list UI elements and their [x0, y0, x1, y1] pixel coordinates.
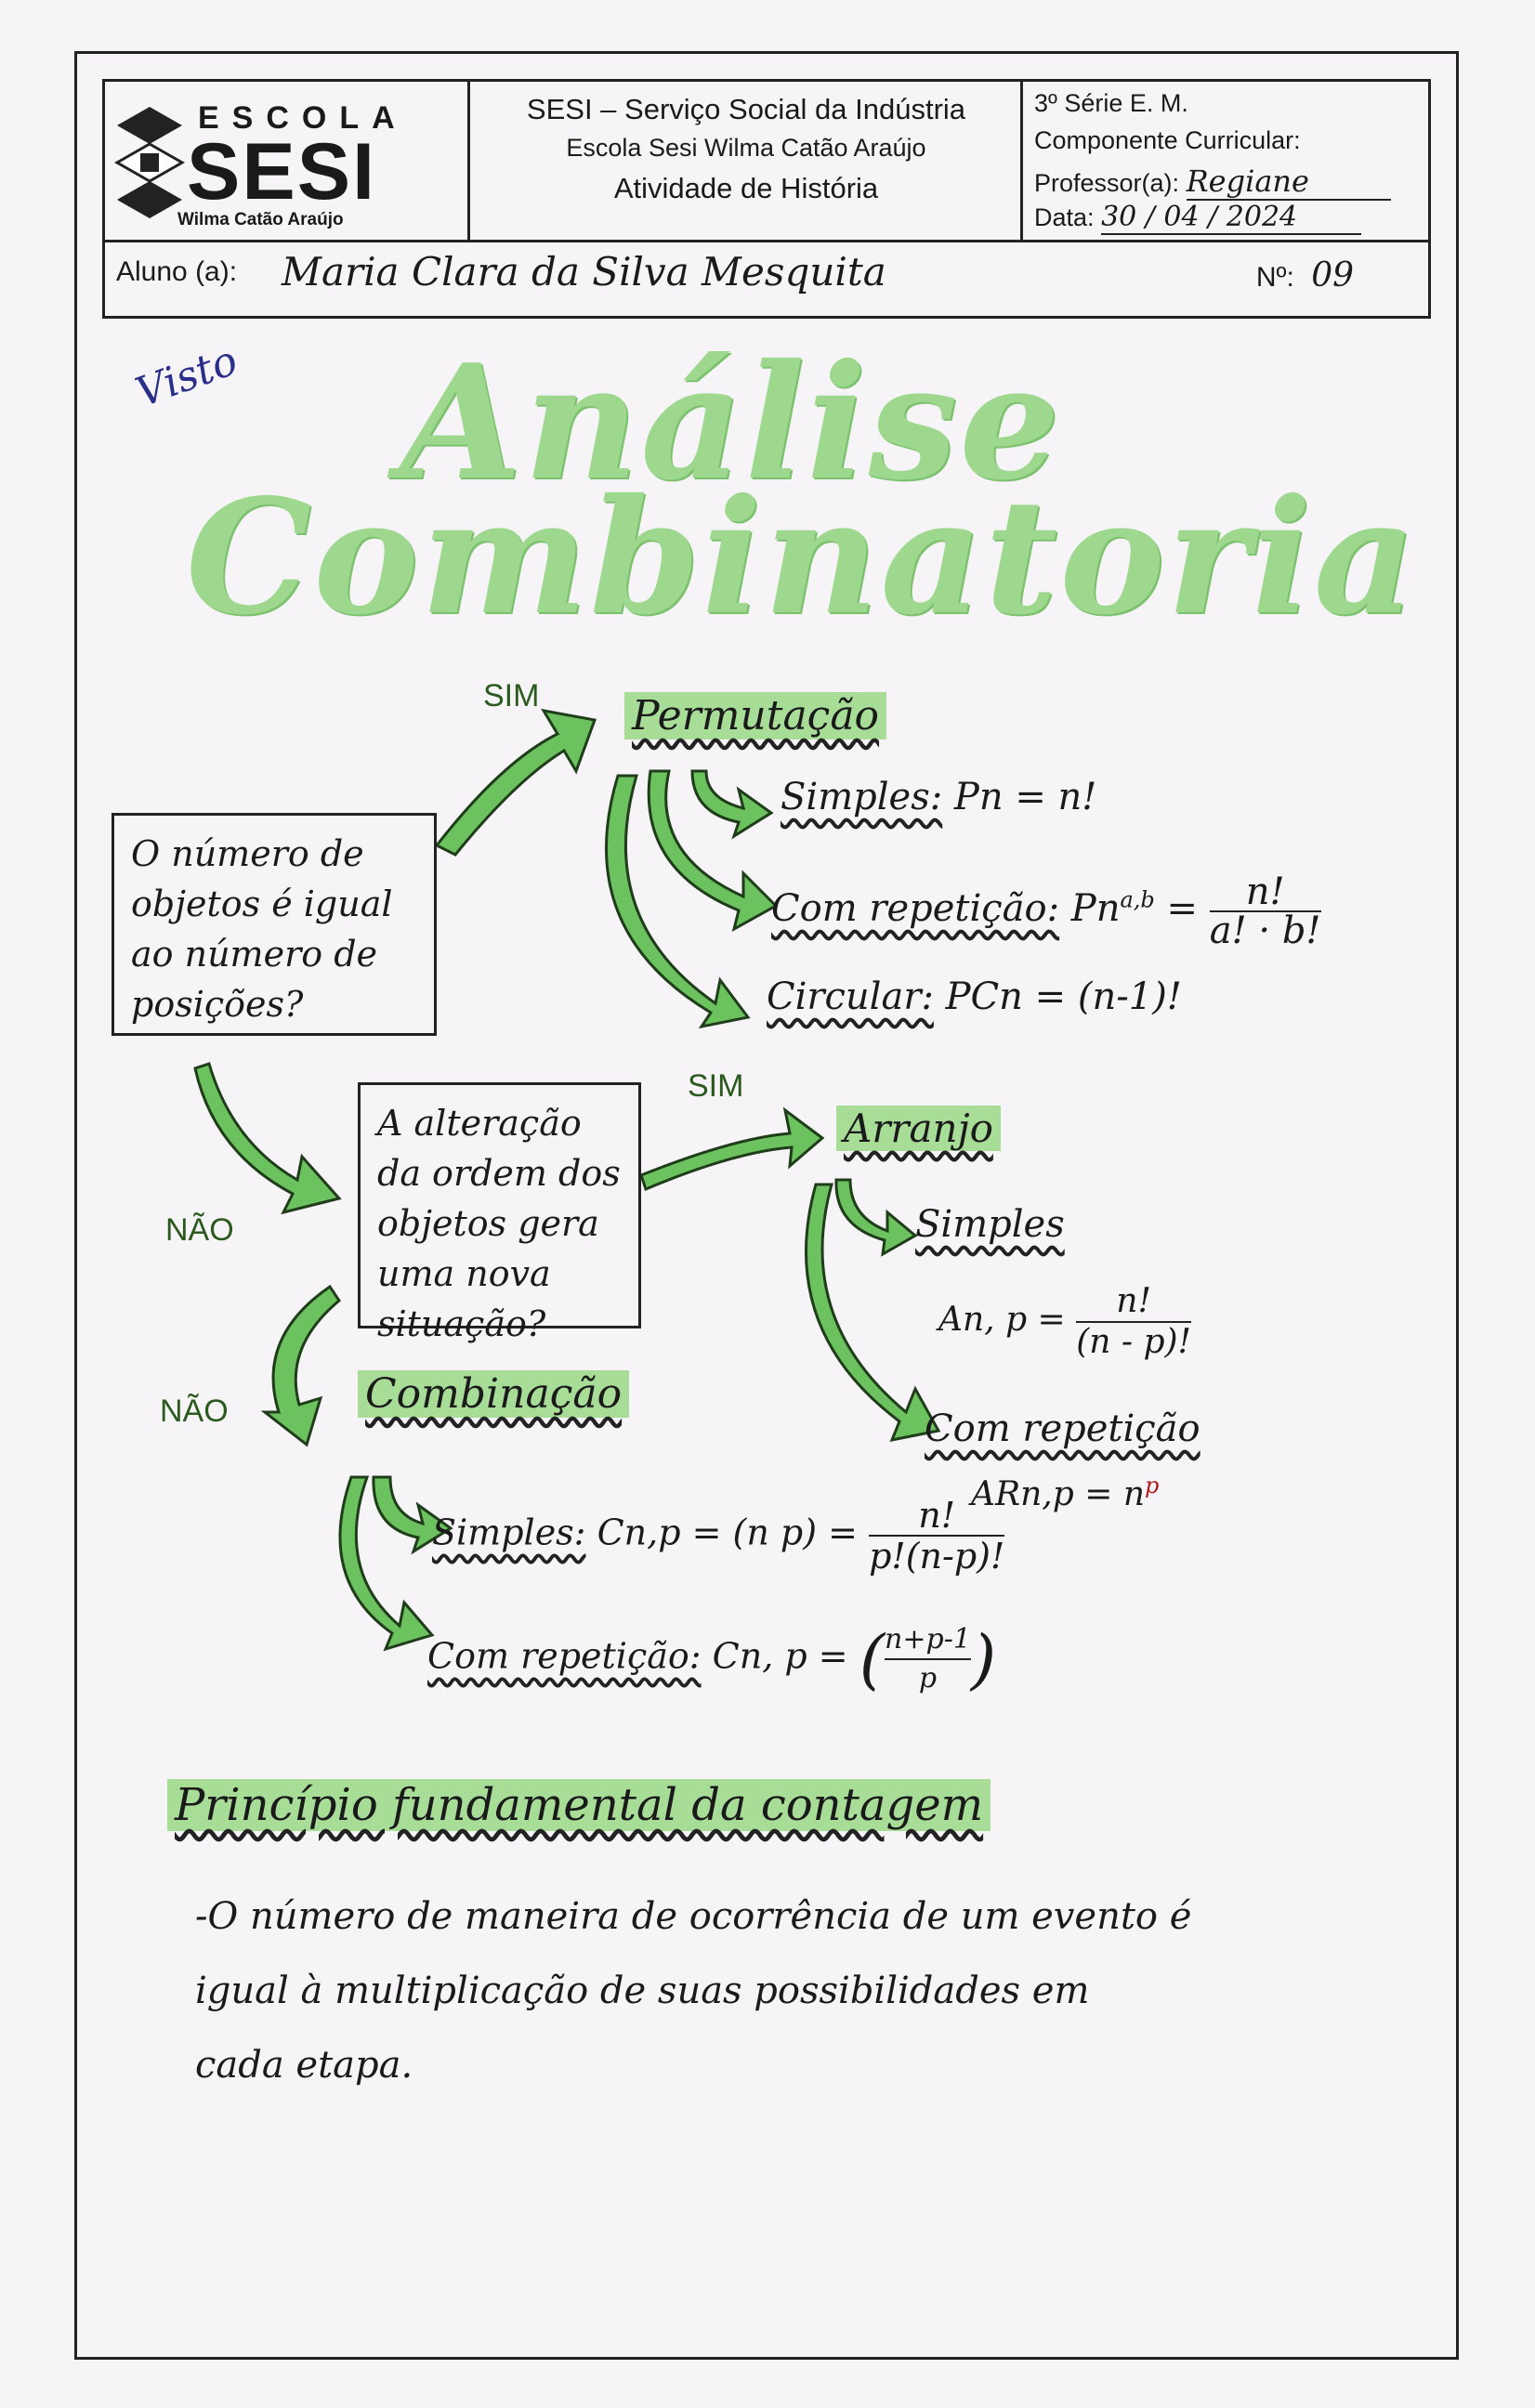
permutation-circular: Circular: PCn = (n-1)! — [767, 975, 1182, 1018]
arrow-permutation-simples — [690, 769, 774, 840]
no-label-2: NÃO — [160, 1394, 229, 1429]
arrangement-simple-formula: An, p = n! (n - p)! — [938, 1282, 1192, 1361]
permutation-repetition: Com repetição: Pna,b = n! a! · b! — [771, 870, 1321, 952]
question-box-2: A alteração da ordem dos objetos gera um… — [358, 1082, 641, 1344]
principle-title: Princípio fundamental da contagem — [167, 1779, 991, 1831]
combination-simple: Simples: Cn,p = (n p) = n! p!(n-p)! — [432, 1495, 1005, 1577]
question-box-1: O número de objetos é igual ao número de… — [112, 813, 437, 1036]
arrangement-simple-label: Simples — [915, 1203, 1065, 1246]
arrangement-title: Arranjo — [836, 1106, 1001, 1151]
principle-line-1: -O número de maneira de ocorrência de um… — [195, 1895, 1192, 1938]
permutation-simple: Simples: Pn = n! — [781, 776, 1097, 818]
principle-line-2: igual à multiplicação de suas possibilid… — [195, 1970, 1090, 2012]
arrow-yes-1 — [434, 708, 597, 857]
combination-repetition: Com repetição: Cn, p = ( n+p-1 p ) — [427, 1621, 997, 1697]
permutation-title: Permutação — [624, 692, 887, 739]
yes-label-2: SIM — [688, 1068, 744, 1104]
arrow-no-1 — [193, 1062, 342, 1215]
arrow-no-2 — [260, 1284, 341, 1447]
arrow-arranjo-simples — [834, 1178, 918, 1257]
yes-label-1: SIM — [483, 678, 540, 713]
combination-title: Combinação — [358, 1370, 630, 1418]
arrangement-repetition-label: Com repetição — [925, 1407, 1200, 1450]
principle-line-3: cada etapa. — [195, 2044, 413, 2087]
arrow-yes-2 — [639, 1106, 825, 1192]
no-label-1: NÃO — [165, 1212, 234, 1248]
